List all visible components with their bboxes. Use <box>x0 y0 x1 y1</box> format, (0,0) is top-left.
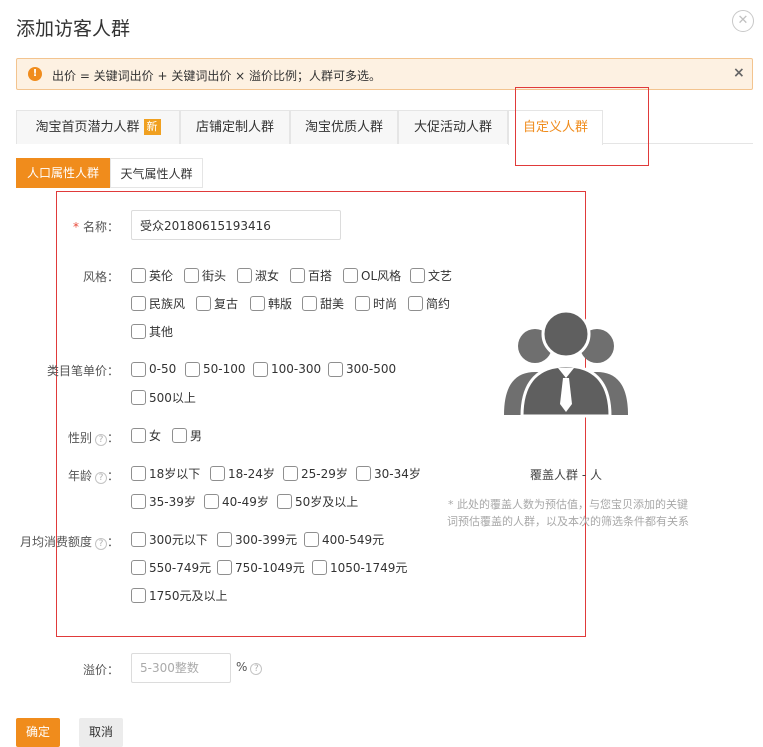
cancel-button[interactable]: 取消 <box>79 718 123 747</box>
style-checkbox-retro[interactable]: 复古 <box>196 294 238 312</box>
warning-icon: ! <box>28 67 42 81</box>
premium-unit: %? <box>236 660 263 675</box>
tab-label: 淘宝首页潜力人群 <box>35 120 140 135</box>
spend-checkbox-1050-1749[interactable]: 1050-1749元 <box>312 558 407 576</box>
user-group-icon <box>504 309 628 418</box>
price-checkbox-300-500[interactable]: 300-500 <box>328 360 396 378</box>
style-checkbox-korean[interactable]: 韩版 <box>250 294 292 312</box>
new-badge: 新 <box>143 119 161 135</box>
required-mark: * <box>72 220 79 234</box>
help-icon[interactable]: ? <box>94 472 107 484</box>
spend-checkbox-550-749[interactable]: 550-749元 <box>131 558 211 576</box>
notice-bar: ! 出价 = 关键词出价 + 关键词出价 × 溢价比例；人群可多选。 × <box>16 58 753 90</box>
help-icon[interactable]: ? <box>94 538 107 550</box>
notice-text: 出价 = 关键词出价 + 关键词出价 × 溢价比例；人群可多选。 <box>52 69 382 83</box>
subtab-weather[interactable]: 天气属性人群 <box>110 158 203 188</box>
price-checkbox-50-100[interactable]: 50-100 <box>185 360 246 378</box>
gender-checkbox-male[interactable]: 男 <box>172 426 202 444</box>
price-label: 类目笔单价： <box>46 364 119 378</box>
style-checkbox-literary[interactable]: 文艺 <box>410 266 452 284</box>
style-label: 风格： <box>82 270 119 284</box>
tab-promo-activity[interactable]: 大促活动人群 <box>398 110 508 144</box>
tab-taobao-home-potential[interactable]: 淘宝首页潜力人群新 <box>16 110 180 144</box>
premium-input[interactable] <box>131 653 231 683</box>
coverage-count-text: 覆盖人群 - 人 <box>530 468 602 482</box>
age-label: 年龄?： <box>67 469 119 484</box>
confirm-button[interactable]: 确定 <box>16 718 60 747</box>
age-checkbox-30-34[interactable]: 30-34岁 <box>356 464 421 482</box>
style-checkbox-ethnic[interactable]: 民族风 <box>131 294 185 312</box>
style-checkbox-simple[interactable]: 简约 <box>408 294 450 312</box>
help-icon[interactable]: ? <box>94 434 107 446</box>
style-checkbox-lady[interactable]: 淑女 <box>237 266 279 284</box>
dialog-title: 添加访客人群 <box>16 18 131 40</box>
style-checkbox-versatile[interactable]: 百搭 <box>290 266 332 284</box>
name-label: * 名称： <box>72 220 119 234</box>
spend-checkbox-300-399[interactable]: 300-399元 <box>217 530 297 548</box>
spend-checkbox-400-549[interactable]: 400-549元 <box>304 530 384 548</box>
gender-label: 性别?： <box>67 431 119 446</box>
gender-checkbox-female[interactable]: 女 <box>131 426 161 444</box>
age-checkbox-under-18[interactable]: 18岁以下 <box>131 464 200 482</box>
age-checkbox-40-49[interactable]: 40-49岁 <box>204 492 269 510</box>
age-checkbox-50-plus[interactable]: 50岁及以上 <box>277 492 358 510</box>
highlight-box-tab <box>515 87 649 166</box>
close-icon[interactable]: ✕ <box>732 10 754 32</box>
tab-store-custom[interactable]: 店铺定制人群 <box>180 110 290 144</box>
price-checkbox-0-50[interactable]: 0-50 <box>131 360 176 378</box>
spend-label: 月均消费额度?： <box>19 535 119 550</box>
style-checkbox-british[interactable]: 英伦 <box>131 266 173 284</box>
age-checkbox-18-24[interactable]: 18-24岁 <box>210 464 275 482</box>
age-checkbox-35-39[interactable]: 35-39岁 <box>131 492 196 510</box>
subtab-demographic[interactable]: 人口属性人群 <box>16 158 110 188</box>
style-checkbox-sweet[interactable]: 甜美 <box>302 294 344 312</box>
age-checkbox-25-29[interactable]: 25-29岁 <box>283 464 348 482</box>
style-checkbox-other[interactable]: 其他 <box>131 322 173 340</box>
style-checkbox-street[interactable]: 街头 <box>184 266 226 284</box>
premium-label: 溢价： <box>82 663 119 677</box>
style-checkbox-ol[interactable]: OL风格 <box>343 266 401 284</box>
spend-checkbox-750-1049[interactable]: 750-1049元 <box>217 558 305 576</box>
price-checkbox-500-plus[interactable]: 500以上 <box>131 388 196 406</box>
help-icon[interactable]: ? <box>250 663 263 675</box>
style-checkbox-fashion[interactable]: 时尚 <box>355 294 397 312</box>
price-checkbox-100-300[interactable]: 100-300 <box>253 360 321 378</box>
spend-checkbox-under-300[interactable]: 300元以下 <box>131 530 208 548</box>
notice-close-icon[interactable]: × <box>733 65 745 81</box>
name-input[interactable] <box>131 210 341 240</box>
tab-taobao-quality[interactable]: 淘宝优质人群 <box>290 110 398 144</box>
coverage-note: * 此处的覆盖人数为预估值，与您宝贝添加的关键词预估覆盖的人群，以及本次的筛选条… <box>447 498 689 528</box>
spend-checkbox-1750-plus[interactable]: 1750元及以上 <box>131 586 228 604</box>
